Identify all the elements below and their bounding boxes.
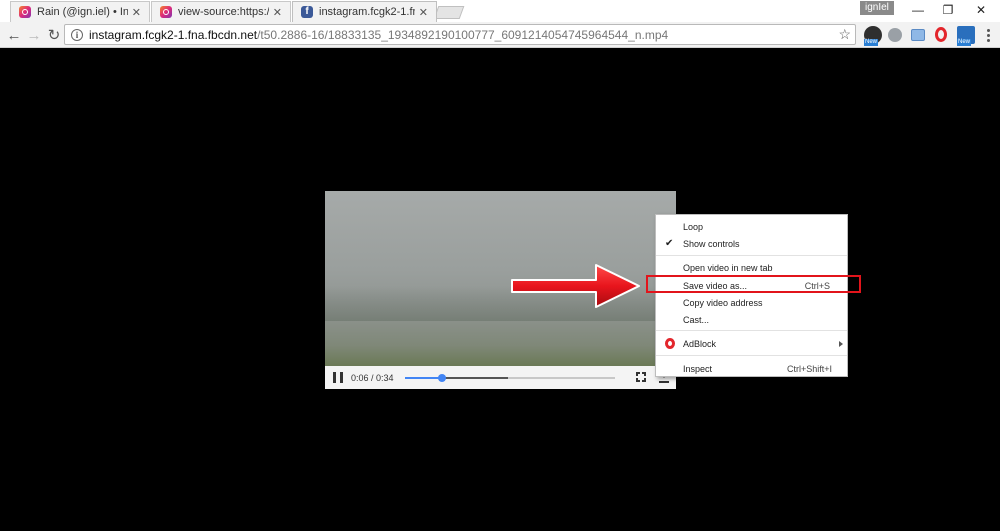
browser-toolbar: ← → ↻ i instagram.fcgk2-1.fna.fbcdn.net /… (0, 22, 1000, 48)
menu-item-shortcut: Ctrl+Shift+I (786, 363, 832, 374)
new-badge: New (864, 39, 879, 46)
restore-button[interactable]: ❐ (933, 0, 963, 20)
checkmark-icon: ✔ (665, 238, 674, 249)
menu-item-adblock[interactable]: AdBlock (656, 335, 847, 352)
menu-item-label: Show controls (683, 238, 740, 249)
tab-view-source[interactable]: view-source:https://www.i ✕ (151, 1, 291, 22)
menu-item-cast[interactable]: Cast... (656, 311, 847, 328)
tab-title: Rain (@ign.iel) • Instagra (37, 6, 128, 18)
instagram-icon (160, 6, 172, 18)
highlight-box-annotation (646, 275, 861, 293)
image-extension-icon[interactable] (911, 29, 925, 41)
menu-separator (656, 255, 847, 256)
video-controls: 0:06 / 0:34 (325, 366, 676, 389)
seek-buffered (441, 377, 508, 379)
menu-item-label: Cast... (683, 314, 710, 325)
url-path: /t50.2886-16/18833135_1934892190100777_6… (257, 27, 669, 42)
tab-title: view-source:https://www.i (178, 6, 269, 18)
info-icon[interactable]: i (71, 28, 83, 41)
back-button[interactable]: ← (4, 25, 24, 45)
submenu-arrow-icon (839, 340, 843, 347)
fullscreen-icon[interactable] (636, 372, 646, 382)
menu-item-label: Copy video address (683, 297, 763, 308)
menu-item-show-controls[interactable]: ✔ Show controls (656, 235, 847, 252)
menu-item-label: AdBlock (683, 338, 717, 349)
close-icon[interactable]: ✕ (273, 6, 282, 19)
seek-thumb[interactable] (437, 374, 446, 382)
close-icon[interactable]: ✕ (419, 6, 428, 19)
pause-icon[interactable] (333, 372, 343, 383)
seek-bar[interactable] (405, 374, 615, 382)
menu-separator (656, 330, 847, 331)
seek-progress (405, 377, 442, 379)
star-icon[interactable]: ☆ (838, 26, 851, 43)
menu-item-label: Open video in new tab (683, 262, 773, 273)
red-arrow-annotation (511, 264, 640, 308)
new-badge: New (957, 39, 972, 46)
video-time: 0:06 / 0:34 (351, 372, 394, 383)
menu-item-copy-video-address[interactable]: Copy video address (656, 294, 847, 311)
close-icon[interactable]: ✕ (132, 6, 141, 19)
reload-button[interactable]: ↻ (44, 25, 64, 45)
tab-instagram-cdn[interactable]: f instagram.fcgk2-1.fna.fbc ✕ (292, 1, 437, 22)
menu-icon[interactable] (981, 26, 995, 44)
address-bar[interactable]: i instagram.fcgk2-1.fna.fbcdn.net/t50.28… (64, 24, 856, 45)
menu-item-label: Loop (683, 221, 704, 232)
profile-badge[interactable]: ignIel (860, 1, 894, 15)
menu-item-open-video-new-tab[interactable]: Open video in new tab (656, 259, 847, 276)
new-tab-button[interactable] (433, 6, 465, 19)
facebook-icon: f (301, 6, 313, 18)
menu-item-loop[interactable]: Loop (656, 218, 847, 235)
forward-button[interactable]: → (24, 25, 44, 45)
minimize-button[interactable]: — (903, 0, 933, 20)
url-host: instagram.fcgk2-1.fna.fbcdn.net (89, 27, 258, 42)
opera-extension-icon[interactable] (935, 27, 947, 42)
menu-separator (656, 355, 847, 356)
menu-item-inspect[interactable]: Inspect Ctrl+Shift+I (656, 360, 847, 377)
menu-item-label: Inspect (683, 363, 713, 374)
title-bar: Rain (@ign.iel) • Instagra ✕ view-source… (0, 0, 1000, 22)
close-window-button[interactable]: ✕ (966, 0, 996, 20)
gray-extension-icon[interactable] (888, 28, 902, 42)
tab-title: instagram.fcgk2-1.fna.fbc (319, 6, 415, 18)
context-menu: Loop ✔ Show controls Open video in new t… (655, 214, 848, 377)
instagram-icon (19, 6, 31, 18)
opera-icon (665, 338, 675, 349)
tab-rain-instagram[interactable]: Rain (@ign.iel) • Instagra ✕ (10, 1, 150, 22)
dark-extension-icon[interactable]: New (864, 26, 882, 46)
blue-extension-icon[interactable]: New (957, 26, 975, 46)
